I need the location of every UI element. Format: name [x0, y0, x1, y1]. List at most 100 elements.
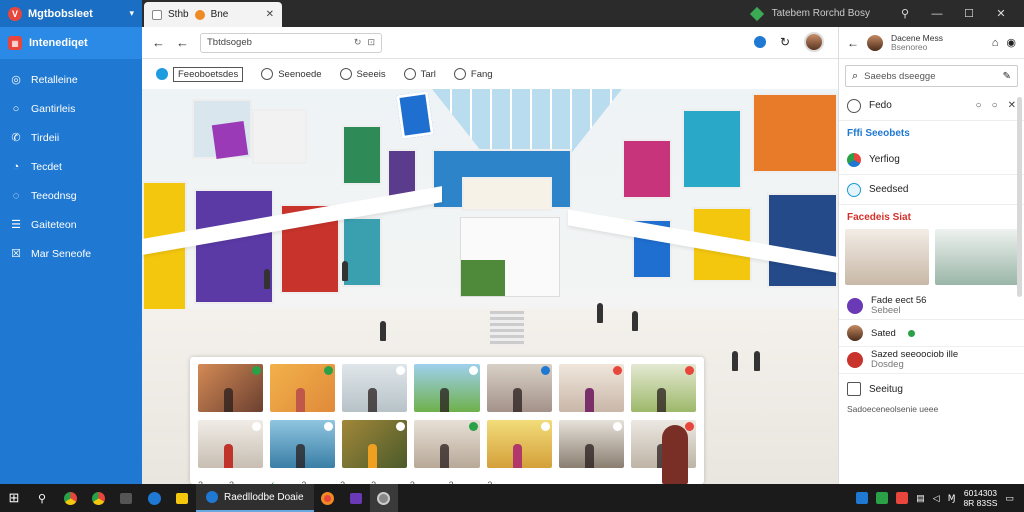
video-thumbnail[interactable] — [270, 420, 336, 468]
toolbar-item-3[interactable]: Seeeis — [339, 68, 386, 80]
bookmark-icon[interactable]: ⊡ — [367, 37, 375, 48]
toolbar-item-1[interactable]: Feeoboetsdes — [156, 66, 244, 82]
sidebar-item-6[interactable]: ☰ Gaiteteon — [0, 210, 142, 239]
close-icon[interactable]: ✕ — [1008, 100, 1016, 111]
taskbar-active-app[interactable]: Raedllodbe Doaie — [196, 484, 314, 512]
system-tray: ▤ ◁ Ɱ 6014303 8R 83SS ▭ — [856, 488, 1024, 508]
video-thumbnail[interactable] — [414, 420, 480, 468]
windows-icon: ⊞ — [8, 490, 20, 505]
maximize-button[interactable]: ☐ — [958, 7, 980, 20]
refresh-icon[interactable]: ○ — [976, 100, 982, 111]
toolbar-item-2[interactable]: Seenoede — [261, 68, 322, 80]
mall-scene-image[interactable]: 3 3 ~ ✓ 3 ~ 3 3 ~ 3 ~ 3 ~ 3 ~ — [142, 89, 838, 484]
back-arrow-icon[interactable]: ← — [152, 35, 165, 50]
sidebar-item-1[interactable]: ◎ Retalleine — [0, 65, 142, 94]
video-thumbnail[interactable] — [198, 364, 264, 412]
featured-image[interactable] — [845, 229, 929, 285]
app-icon — [847, 182, 861, 197]
avatar[interactable] — [804, 32, 824, 52]
video-thumbnail[interactable] — [414, 364, 480, 412]
status-badge — [685, 366, 694, 375]
close-window-button[interactable]: ✕ — [990, 7, 1012, 20]
contact-row[interactable]: Fade eect 56 Sebeel — [839, 293, 1024, 320]
edit-icon[interactable]: ✎ — [1003, 71, 1011, 82]
pin-icon[interactable]: ⚲ — [894, 7, 916, 20]
toolbar-item-5[interactable]: Fang — [453, 68, 493, 80]
network-icon[interactable]: ▤ — [916, 493, 925, 504]
video-thumbnail[interactable] — [486, 420, 552, 468]
notifications-icon[interactable]: ▭ — [1005, 493, 1014, 504]
start-button[interactable]: ⊞ — [0, 484, 28, 512]
escalator — [490, 311, 524, 345]
back-arrow-icon[interactable]: ← — [847, 36, 859, 50]
video-thumbnail[interactable] — [558, 420, 624, 468]
status-badge — [252, 366, 262, 375]
list-item[interactable]: Seeitug — [839, 374, 1024, 404]
sidebar-item-3[interactable]: ✆ Tirdeii — [0, 123, 142, 152]
sidebar-item-7[interactable]: ☒ Mar Seneofe — [0, 239, 142, 268]
profile-name: Dacene Mess Bsenoreo — [891, 33, 984, 52]
toolbar-label: Seeeis — [356, 68, 386, 80]
video-thumbnail[interactable] — [198, 420, 264, 468]
taskbar-app[interactable] — [369, 484, 398, 512]
extension-icon[interactable] — [749, 6, 764, 21]
taskbar-app[interactable] — [314, 484, 342, 512]
compass-icon — [156, 68, 168, 80]
search-placeholder: Saeebs dseegge — [864, 70, 936, 82]
toolbar-label: Seenoede — [278, 68, 322, 80]
chevron-down-icon[interactable]: ▾ — [129, 8, 134, 19]
contact-row[interactable]: Sated — [839, 320, 1024, 347]
toolbar-item-4[interactable]: Tarl — [403, 68, 436, 80]
profile-icon[interactable]: ◉ — [1006, 36, 1016, 49]
sidebar-item-active[interactable]: ▦ Intenediqet — [0, 27, 142, 59]
extension-icon[interactable] — [753, 36, 766, 48]
featured-image[interactable] — [934, 229, 1018, 285]
video-thumbnail[interactable] — [486, 364, 552, 412]
sidebar-item-2[interactable]: ○ Gantirleis — [0, 94, 142, 123]
scrollbar[interactable] — [1017, 97, 1022, 297]
url-text: Tbtdsogeb — [207, 37, 252, 48]
taskbar-app[interactable] — [84, 484, 112, 512]
list-item[interactable]: Yerfiog — [839, 145, 1024, 175]
taskbar-app[interactable] — [140, 484, 168, 512]
search-button[interactable]: ⚲ — [28, 484, 56, 512]
video-thumbnail[interactable] — [270, 364, 336, 412]
sidebar-item-5[interactable]: ◌ Teeodnsg — [0, 181, 142, 210]
status-badge — [396, 422, 406, 431]
browser-tabstrip: Sthb Bne ✕ Tatebem Rorchd Bosy ⚲ — ☐ ✕ — [142, 0, 1024, 27]
video-thumbnail[interactable] — [558, 364, 624, 412]
status-badge — [324, 366, 334, 375]
avatar — [847, 352, 863, 368]
sidebar-item-4[interactable]: ◔ Tecdet — [0, 152, 142, 181]
taskbar-app[interactable] — [56, 484, 84, 512]
app-tray-icon[interactable] — [896, 492, 909, 504]
feed-row[interactable]: Fedo ○ ○ ✕ — [839, 91, 1024, 121]
video-thumbnail[interactable] — [630, 364, 696, 412]
taskbar-app-label: Raedllodbe Doaie — [224, 491, 304, 503]
close-tab-icon[interactable]: ✕ — [266, 9, 274, 20]
taskbar-app[interactable] — [342, 484, 370, 512]
home-icon[interactable]: ⌂ — [992, 37, 999, 49]
reload-icon[interactable]: ↻ — [354, 37, 362, 48]
language-icon[interactable]: Ɱ — [948, 493, 956, 504]
taskbar-app[interactable] — [168, 484, 196, 512]
refresh-icon[interactable]: ↻ — [780, 35, 790, 49]
list-item[interactable]: Seedsed — [839, 175, 1024, 205]
contact-row[interactable]: Sazed seeoociob ille Dosdeg — [839, 347, 1024, 374]
excel-icon[interactable] — [876, 492, 889, 504]
video-thumbnail[interactable] — [342, 364, 408, 412]
settings-icon[interactable]: ○ — [992, 100, 998, 111]
minimize-button[interactable]: — — [926, 8, 948, 20]
video-thumbnail[interactable] — [342, 420, 408, 468]
avatar[interactable] — [867, 34, 883, 51]
browser-tab[interactable]: Sthb Bne ✕ — [144, 2, 282, 27]
panel-search-input[interactable]: ⌕ Saeebs dseegge ✎ — [845, 65, 1018, 87]
forward-arrow-icon[interactable]: ← — [176, 35, 189, 50]
app-tray-icon[interactable] — [856, 492, 869, 504]
volume-icon[interactable]: ◁ — [933, 493, 940, 504]
person-figure — [296, 388, 306, 412]
clock[interactable]: 6014303 8R 83SS — [963, 488, 997, 508]
url-input[interactable]: Tbtdsogeb ↻ ⊡ — [200, 32, 382, 53]
section-heading: Facedeis Siat — [847, 211, 911, 223]
taskbar-app[interactable] — [112, 484, 140, 512]
